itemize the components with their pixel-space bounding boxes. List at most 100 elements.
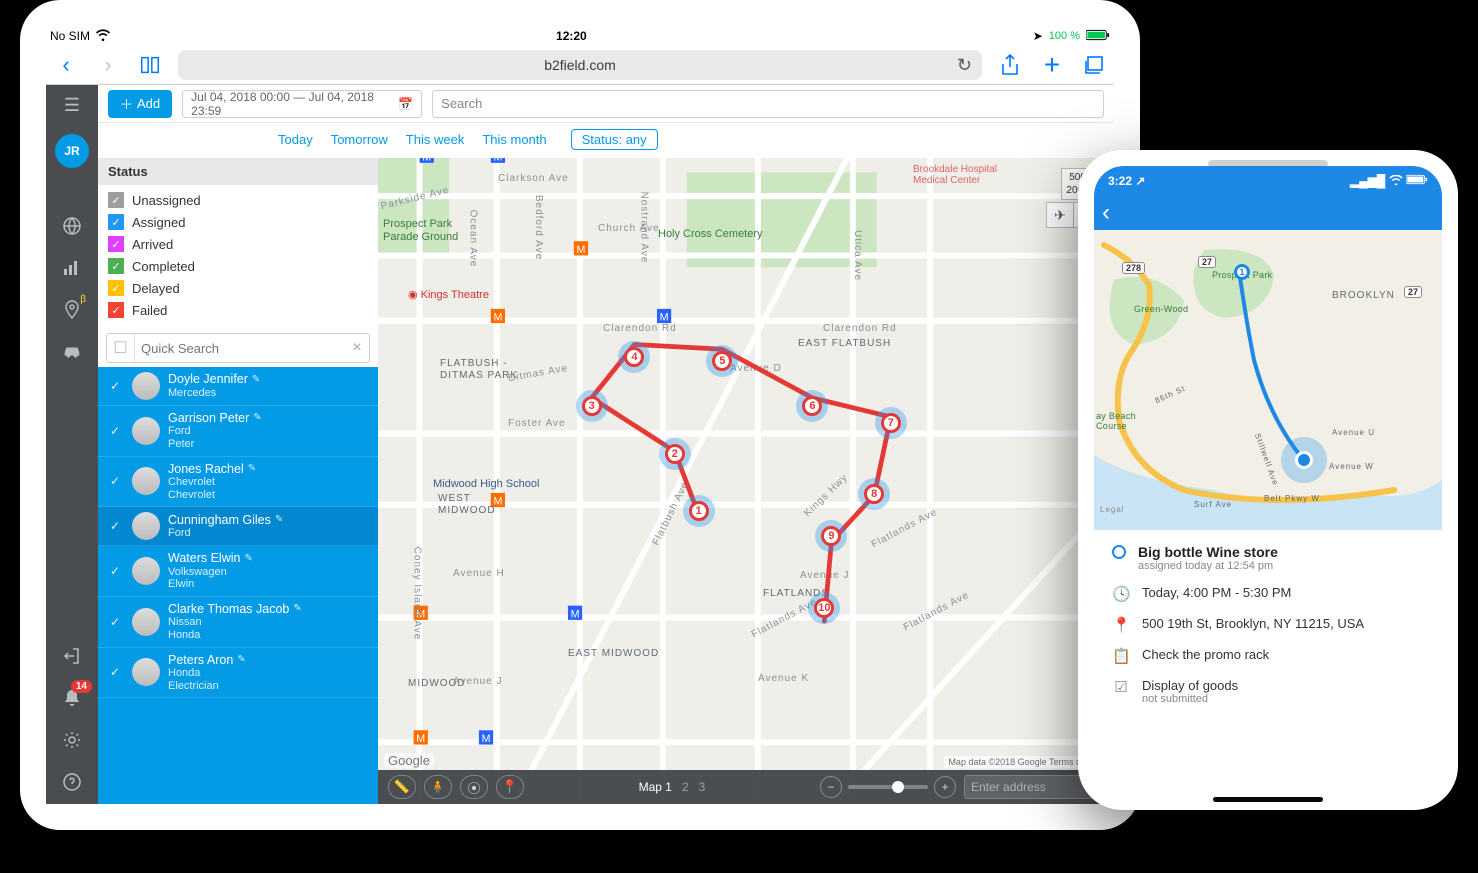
status-row[interactable]: ✓Unassigned (108, 189, 368, 211)
add-button[interactable]: ＋Add (108, 90, 172, 118)
status-checkbox[interactable]: ✓ (108, 302, 124, 318)
employee-vehicle: Nissan (168, 616, 302, 629)
status-checkbox[interactable]: ✓ (108, 236, 124, 252)
help-icon[interactable] (60, 770, 84, 794)
status-row[interactable]: ✓Assigned (108, 211, 368, 233)
logout-icon[interactable] (60, 644, 84, 668)
tabs-button[interactable] (1080, 51, 1108, 79)
edit-icon[interactable]: ✎ (237, 654, 245, 666)
new-tab-button[interactable]: + (1038, 51, 1066, 79)
waypoint[interactable]: 2 (659, 438, 691, 470)
search-input[interactable]: Search (432, 90, 1104, 118)
select-all-checkbox[interactable]: ☐ (107, 334, 135, 362)
employee-checkbox[interactable]: ✓ (106, 615, 124, 629)
tracking-icon[interactable] (60, 298, 84, 322)
filter-this-month[interactable]: This month (482, 132, 546, 147)
waypoint[interactable]: 10 (808, 592, 840, 624)
employee-checkbox[interactable]: ✓ (106, 474, 124, 488)
waypoint[interactable]: 9 (815, 520, 847, 552)
status-checkbox[interactable]: ✓ (108, 258, 124, 274)
employee-row[interactable]: ✓ Garrison Peter ✎ Ford Peter (98, 406, 378, 457)
url-bar[interactable]: b2field.com ↻ (178, 50, 982, 80)
vehicle-icon[interactable] (60, 340, 84, 364)
status-checkbox[interactable]: ✓ (108, 214, 124, 230)
signal-icon: ▂▄▆█ (1350, 174, 1385, 188)
edit-icon[interactable]: ✎ (248, 463, 256, 475)
status-checkbox[interactable]: ✓ (108, 280, 124, 296)
share-button[interactable] (996, 51, 1024, 79)
map-area[interactable]: M M M M M M M M M M (378, 158, 1114, 804)
globe-icon[interactable] (60, 214, 84, 238)
edit-icon[interactable]: ✎ (244, 553, 252, 565)
user-avatar[interactable]: JR (55, 134, 89, 168)
forward-button[interactable]: › (94, 51, 122, 79)
clear-search-icon[interactable]: × (345, 339, 369, 357)
back-button[interactable]: ‹ (52, 51, 80, 79)
employee-extra: Elwin (168, 578, 253, 591)
status-checkbox[interactable]: ✓ (108, 192, 124, 208)
waypoint[interactable]: 3 (576, 390, 608, 422)
waypoint[interactable]: 6 (796, 390, 828, 422)
employee-row[interactable]: ✓ Clarke Thomas Jacob ✎ Nissan Honda (98, 597, 378, 648)
filter-status[interactable]: Status: any (571, 129, 658, 150)
waypoint[interactable]: 5 (706, 345, 738, 377)
employee-row[interactable]: ✓ Doyle Jennifer ✎ Mercedes (98, 367, 378, 406)
filter-today[interactable]: Today (278, 132, 313, 147)
employee-name: Peters Aron (168, 653, 233, 667)
streetview-icon[interactable]: 🧍 (424, 775, 452, 799)
waypoint[interactable]: 7 (875, 407, 907, 439)
locate-icon[interactable]: 📍 (496, 775, 524, 799)
filter-this-week[interactable]: This week (406, 132, 465, 147)
reload-icon[interactable]: ↻ (957, 55, 972, 76)
employee-extra: Electrician (168, 680, 246, 693)
quick-search-input[interactable] (135, 334, 345, 362)
nav-arrow-toggle[interactable]: ✈ (1046, 202, 1074, 228)
employee-checkbox[interactable]: ✓ (106, 519, 124, 533)
waypoint[interactable]: 4 (618, 341, 650, 373)
employee-row[interactable]: ✓ Waters Elwin ✎ Volkswagen Elwin (98, 546, 378, 597)
zoom-in[interactable]: + (934, 776, 956, 798)
status-row[interactable]: ✓Arrived (108, 233, 368, 255)
employee-checkbox[interactable]: ✓ (106, 665, 124, 679)
zoom-control: − + (820, 776, 956, 798)
edit-icon[interactable]: ✎ (275, 514, 283, 526)
waypoint[interactable]: 1 (683, 495, 715, 527)
phone-nav: ‹ (1094, 196, 1442, 230)
status-row[interactable]: ✓Delayed (108, 277, 368, 299)
reports-icon[interactable] (60, 256, 84, 280)
share-map-icon[interactable]: ⦿ (460, 775, 488, 799)
bookmarks-button[interactable] (136, 51, 164, 79)
status-row[interactable]: ✓Failed (108, 299, 368, 321)
employee-row[interactable]: ✓ Cunningham Giles ✎ Ford (98, 507, 378, 546)
edit-icon[interactable]: ✎ (253, 412, 261, 424)
wifi-icon (96, 29, 110, 44)
filter-tomorrow[interactable]: Tomorrow (331, 132, 388, 147)
settings-icon[interactable] (60, 728, 84, 752)
phone-map[interactable]: 278 27 27 BROOKLYN Green-Wood Prospect P… (1094, 230, 1442, 530)
phone-device: 3:22 ↗ ▂▄▆█ ‹ (1078, 150, 1458, 810)
employee-row[interactable]: ✓ Peters Aron ✎ Honda Electrician (98, 648, 378, 699)
phone-back-button[interactable]: ‹ (1102, 199, 1110, 227)
zoom-slider[interactable] (848, 785, 928, 789)
date-range[interactable]: Jul 04, 2018 00:00 — Jul 04, 2018 23:59 … (182, 90, 422, 118)
edit-icon[interactable]: ✎ (252, 374, 260, 386)
employee-checkbox[interactable]: ✓ (106, 424, 124, 438)
employee-list[interactable]: ✓ Doyle Jennifer ✎ Mercedes ✓ Garrison P… (98, 367, 378, 804)
employee-vehicle: Ford (168, 527, 283, 540)
task-assigned: assigned today at 12:54 pm (1138, 560, 1278, 572)
ruler-icon[interactable]: 📏 (388, 775, 416, 799)
phone-home-indicator[interactable] (1213, 797, 1323, 802)
map-page-3[interactable]: 3 (699, 780, 706, 794)
map-page-2[interactable]: 2 (682, 780, 689, 794)
employee-row[interactable]: ✓ Jones Rachel ✎ Chevrolet Chevrolet (98, 457, 378, 508)
status-row[interactable]: ✓Completed (108, 255, 368, 277)
menu-icon[interactable]: ☰ (64, 95, 80, 116)
edit-icon[interactable]: ✎ (293, 603, 301, 615)
employee-checkbox[interactable]: ✓ (106, 564, 124, 578)
employee-checkbox[interactable]: ✓ (106, 379, 124, 393)
waypoint[interactable]: 8 (858, 478, 890, 510)
zoom-out[interactable]: − (820, 776, 842, 798)
notifications-icon[interactable]: 14 (60, 686, 84, 710)
app-frame: ☰ JR (46, 84, 1114, 804)
map-page-1[interactable]: Map 1 (639, 780, 672, 794)
